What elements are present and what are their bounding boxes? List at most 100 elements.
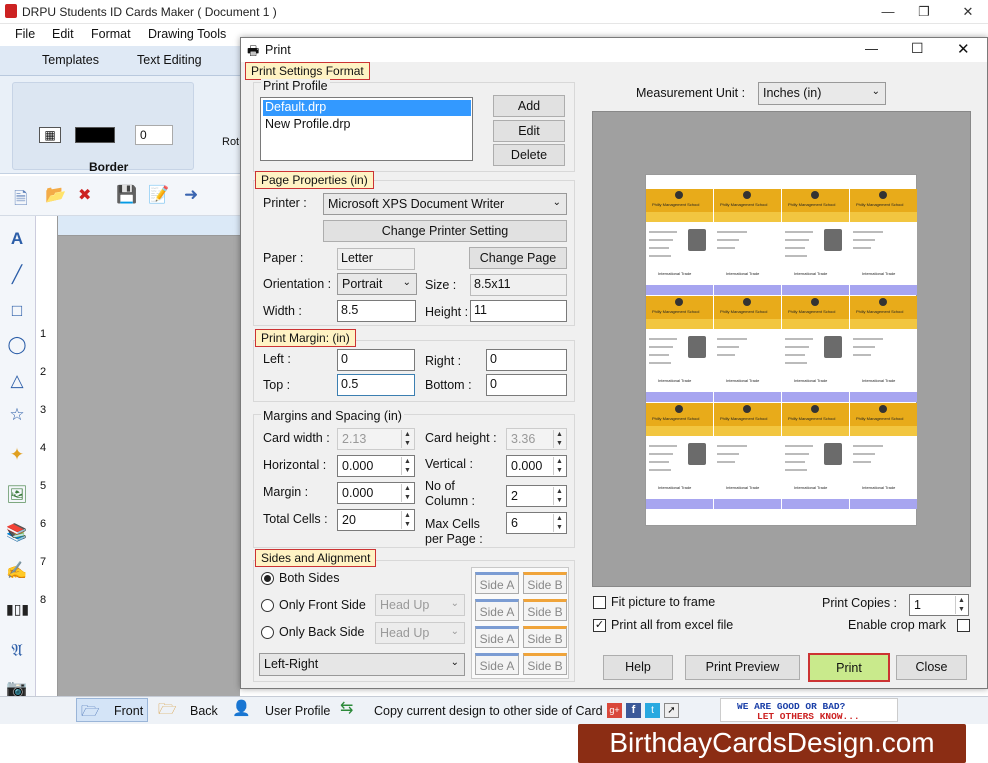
printer-select[interactable]: Microsoft XPS Document Writer ⌄ xyxy=(323,193,567,215)
spinner-arrows-icon[interactable]: ▲ ▼ xyxy=(553,487,565,505)
ellipse-tool-icon[interactable]: ◯ xyxy=(6,334,28,356)
max-cells-spinner[interactable]: 6 ▲ ▼ xyxy=(506,512,567,534)
crop-mark-checkbox[interactable] xyxy=(957,619,970,632)
design-canvas[interactable] xyxy=(58,236,240,696)
export-icon[interactable]: ➜ xyxy=(184,185,198,205)
grid-border-icon[interactable]: ▦ xyxy=(39,127,61,143)
line-tool-icon[interactable]: ╱ xyxy=(6,264,28,286)
horizontal-spinner[interactable]: 0.000 ▲ ▼ xyxy=(337,455,415,477)
height-field[interactable]: 11 xyxy=(470,300,567,322)
edit-profile-button[interactable]: Edit xyxy=(493,120,565,142)
tab-templates[interactable]: Templates xyxy=(42,53,99,67)
school-logo-icon xyxy=(675,405,683,413)
close-button[interactable]: Close xyxy=(896,655,967,680)
print-all-excel-checkbox[interactable]: ✓ xyxy=(593,619,606,632)
dialog-minimize-icon[interactable]: — xyxy=(865,41,878,56)
spinner-arrows-icon[interactable]: ▲ ▼ xyxy=(553,457,565,475)
spinner-arrows-icon[interactable]: ▲ ▼ xyxy=(401,457,413,475)
measurement-unit-select[interactable]: Inches (in) ⌄ xyxy=(758,82,886,105)
user-profile-icon[interactable]: 👤 xyxy=(232,699,251,717)
close-file-icon[interactable]: ✖ xyxy=(78,185,91,205)
star-tool-icon[interactable]: ☆ xyxy=(6,404,28,426)
save-as-icon[interactable]: 📝 xyxy=(148,185,169,205)
google-plus-icon[interactable]: g+ xyxy=(607,703,622,718)
back-button[interactable]: Back xyxy=(190,704,218,718)
menu-format[interactable]: Format xyxy=(91,27,131,41)
delete-profile-button[interactable]: Delete xyxy=(493,144,565,166)
card-footer-band xyxy=(850,285,917,295)
user-profile-button[interactable]: User Profile xyxy=(265,704,330,718)
orientation-select[interactable]: Portrait ⌄ xyxy=(337,273,417,295)
student-photo xyxy=(688,336,706,358)
close-window-icon[interactable]: ✕ xyxy=(958,3,978,21)
feedback-banner[interactable]: WE ARE GOOD OR BAD? LET OTHERS KNOW... xyxy=(720,698,898,722)
text-tool-icon[interactable]: A xyxy=(6,228,28,250)
symbol-tool-icon[interactable]: ✦ xyxy=(6,444,28,466)
preview-id-card: Philly Management School International Tr… xyxy=(646,296,713,402)
chevron-down-icon: ⌄ xyxy=(552,197,561,208)
print-copies-spinner[interactable]: 1 ▲ ▼ xyxy=(909,594,969,616)
menu-edit[interactable]: Edit xyxy=(52,27,74,41)
front-button[interactable]: 🗁 Front xyxy=(76,698,148,722)
library-tool-icon[interactable]: 📚 xyxy=(6,522,28,544)
tab-text-editing[interactable]: Text Editing xyxy=(137,53,202,67)
top-margin-field[interactable]: 0.5 xyxy=(337,374,415,396)
copy-design-button[interactable]: Copy current design to other side of Car… xyxy=(374,704,603,718)
vertical-spinner[interactable]: 0.000 ▲ ▼ xyxy=(506,455,567,477)
minimize-icon[interactable]: — xyxy=(878,3,898,21)
back-card-icon[interactable]: 🗁 xyxy=(158,699,177,724)
change-page-button[interactable]: Change Page xyxy=(469,247,567,269)
open-folder-icon[interactable]: 📂 xyxy=(45,185,66,205)
profile-item[interactable]: New Profile.drp xyxy=(265,117,350,131)
copy-design-icon[interactable]: ⇆ xyxy=(340,698,353,718)
right-margin-field[interactable]: 0 xyxy=(486,349,567,371)
border-width-select[interactable]: 0 xyxy=(135,125,173,145)
border-color-picker[interactable] xyxy=(75,127,115,143)
dialog-close-icon[interactable]: ✕ xyxy=(957,40,970,58)
sides-alignment-heading: Sides and Alignment xyxy=(255,549,377,567)
twitter-icon[interactable]: t xyxy=(645,703,660,718)
rectangle-tool-icon[interactable]: □ xyxy=(6,300,28,322)
profile-item-selected[interactable]: Default.drp xyxy=(263,100,471,116)
margin-spinner[interactable]: 0.000 ▲ ▼ xyxy=(337,482,415,504)
share-icon[interactable]: ➚ xyxy=(664,703,679,718)
triangle-tool-icon[interactable]: △ xyxy=(6,370,28,392)
width-field[interactable]: 8.5 xyxy=(337,300,416,322)
image-tool-icon[interactable]: 🖼 xyxy=(6,484,28,506)
facebook-icon[interactable]: f xyxy=(626,703,641,718)
spinner-arrows-icon[interactable]: ▲ ▼ xyxy=(955,596,967,614)
wordart-tool-icon[interactable]: 𝔄 xyxy=(6,640,28,662)
menu-file[interactable]: File xyxy=(15,27,35,41)
spinner-arrows-icon[interactable]: ▲ ▼ xyxy=(401,511,413,529)
spinner-arrows-icon[interactable]: ▲ ▼ xyxy=(553,514,565,532)
school-logo-icon xyxy=(879,298,887,306)
orientation-value: Portrait xyxy=(342,277,383,291)
menu-drawing-tools[interactable]: Drawing Tools xyxy=(148,27,226,41)
spinner-arrows-icon[interactable]: ▲ ▼ xyxy=(401,484,413,502)
measurement-unit-label: Measurement Unit : xyxy=(636,86,746,100)
profile-list[interactable]: Default.drp New Profile.drp xyxy=(260,97,473,161)
front-side-radio[interactable] xyxy=(261,599,274,612)
max-cells-value: 6 xyxy=(511,516,518,530)
help-button[interactable]: Help xyxy=(603,655,673,680)
alignment-select[interactable]: Left-Right ⌄ xyxy=(259,653,465,676)
signature-tool-icon[interactable]: ✍ xyxy=(6,560,28,582)
side-a-slot: Side A xyxy=(475,626,519,648)
new-file-icon[interactable]: 🗎 xyxy=(14,186,28,215)
dialog-maximize-icon[interactable]: ☐ xyxy=(911,40,924,57)
restore-icon[interactable]: ❐ xyxy=(914,3,934,21)
change-printer-button[interactable]: Change Printer Setting xyxy=(323,220,567,242)
both-sides-radio[interactable] xyxy=(261,572,274,585)
barcode-tool-icon[interactable]: ▮▯▮ xyxy=(6,598,29,620)
print-preview-button[interactable]: Print Preview xyxy=(685,655,800,680)
columns-spinner[interactable]: 2 ▲ ▼ xyxy=(506,485,567,507)
back-side-radio[interactable] xyxy=(261,626,274,639)
print-button[interactable]: Print xyxy=(808,653,890,682)
bottom-margin-field[interactable]: 0 xyxy=(486,374,567,396)
add-profile-button[interactable]: Add xyxy=(493,95,565,117)
size-label: Size : xyxy=(425,278,457,292)
fit-picture-checkbox[interactable] xyxy=(593,596,606,609)
total-cells-spinner[interactable]: 20 ▲ ▼ xyxy=(337,509,415,531)
left-margin-field[interactable]: 0 xyxy=(337,349,415,371)
save-icon[interactable]: 💾 xyxy=(116,185,137,205)
